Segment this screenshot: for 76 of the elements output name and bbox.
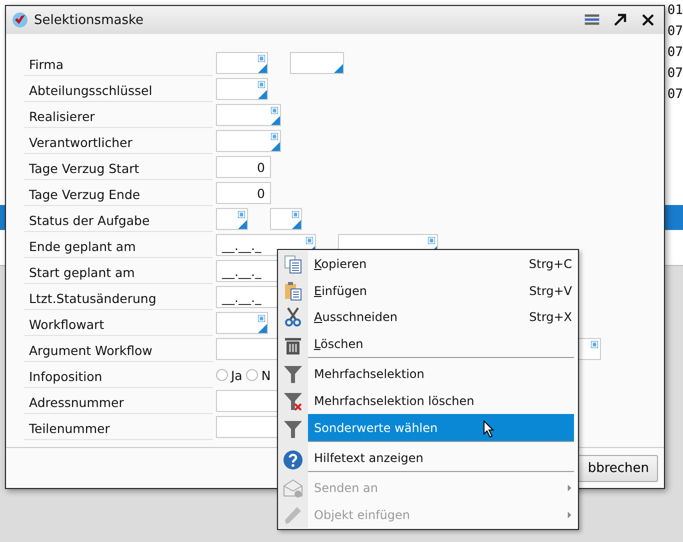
field-label: Argument Workflow: [24, 336, 213, 362]
input-field[interactable]: 0: [216, 156, 271, 178]
table-cell-text: 07: [667, 86, 683, 104]
menu-item: Objekt einfügen: [308, 502, 578, 528]
help-icon: [283, 450, 303, 470]
menu-item: Senden an: [308, 475, 578, 502]
corner-triangle-icon: [334, 64, 343, 73]
app-logo-icon: [12, 12, 28, 28]
menu-item[interactable]: Löschen: [308, 330, 574, 361]
envelope-icon: [283, 478, 303, 498]
menu-item[interactable]: Sonderwerte wählen: [308, 414, 574, 444]
list-icon[interactable]: [258, 55, 265, 62]
filter-icon: [283, 419, 303, 440]
input-field[interactable]: [290, 52, 344, 74]
field-label: Verantwortlicher: [24, 128, 213, 154]
input-field[interactable]: 0: [216, 182, 271, 204]
input-field[interactable]: [216, 52, 268, 74]
field-label: Teilenummer: [24, 414, 213, 440]
field-label: Status der Aufgabe: [24, 206, 213, 232]
table-cell-text: 07: [667, 44, 683, 62]
menu-item[interactable]: Mehrfachselektion löschen: [308, 388, 578, 414]
corner-triangle-icon: [271, 142, 280, 151]
list-icon[interactable]: [306, 237, 313, 244]
layout-icon[interactable]: [584, 12, 600, 28]
filter-remove-icon: [283, 390, 303, 411]
menu-item[interactable]: Mehrfachselektion: [308, 361, 578, 388]
list-icon[interactable]: [258, 315, 265, 322]
list-icon[interactable]: [428, 237, 435, 244]
cancel-button[interactable]: bbrechen: [576, 454, 658, 482]
input-field[interactable]: [216, 312, 268, 334]
list-icon[interactable]: [271, 107, 278, 114]
input-field[interactable]: [216, 78, 268, 100]
input-field[interactable]: [216, 104, 281, 126]
copy-icon: [283, 254, 303, 274]
expand-icon[interactable]: [612, 12, 628, 28]
corner-triangle-icon: [258, 90, 267, 99]
field-label: Ltzt.Statusänderung: [24, 284, 213, 310]
mouse-cursor-icon: [483, 420, 495, 438]
table-cell-text: 07: [667, 23, 683, 41]
list-icon[interactable]: [258, 81, 265, 88]
close-icon[interactable]: [640, 12, 656, 28]
filter-icon: [283, 364, 303, 384]
corner-triangle-icon: [271, 116, 280, 125]
field-label: Realisierer: [24, 102, 213, 128]
field-label: Ende geplant am: [24, 232, 213, 258]
pen-icon: [283, 504, 303, 525]
list-icon[interactable]: [271, 133, 278, 140]
input-field[interactable]: [216, 208, 248, 230]
field-label: Tage Verzug Start: [24, 154, 213, 180]
corner-triangle-icon: [258, 64, 267, 73]
table-cell-text: 07: [667, 65, 683, 83]
radio-button[interactable]: Ja: [216, 368, 242, 382]
paste-icon: [283, 280, 303, 301]
corner-triangle-icon: [258, 324, 267, 333]
menu-item[interactable]: Hilfetext anzeigen: [308, 444, 574, 475]
field-label: Start geplant am: [24, 258, 213, 284]
input-field[interactable]: [270, 208, 302, 230]
list-icon[interactable]: [292, 211, 299, 218]
field-label: Firma: [24, 50, 213, 76]
window-title: Selektionsmaske: [34, 12, 144, 28]
field-label: Workflowart: [24, 310, 213, 336]
field-label: Adressnummer: [24, 388, 213, 414]
field-label: Tage Verzug Ende: [24, 180, 213, 206]
table-cell-text: 01: [667, 2, 683, 20]
radio-button[interactable]: N: [246, 368, 271, 382]
submenu-arrow-icon: [567, 484, 572, 492]
list-icon[interactable]: [238, 211, 245, 218]
corner-triangle-icon: [238, 220, 247, 229]
field-label: Infoposition: [24, 362, 213, 388]
corner-triangle-icon: [292, 220, 301, 229]
input-field[interactable]: [216, 130, 281, 152]
list-icon[interactable]: [591, 341, 598, 348]
trash-icon: [283, 336, 303, 356]
field-label: Abteilungsschlüssel: [24, 76, 213, 102]
scissors-icon: [283, 307, 303, 328]
submenu-arrow-icon: [567, 510, 572, 519]
